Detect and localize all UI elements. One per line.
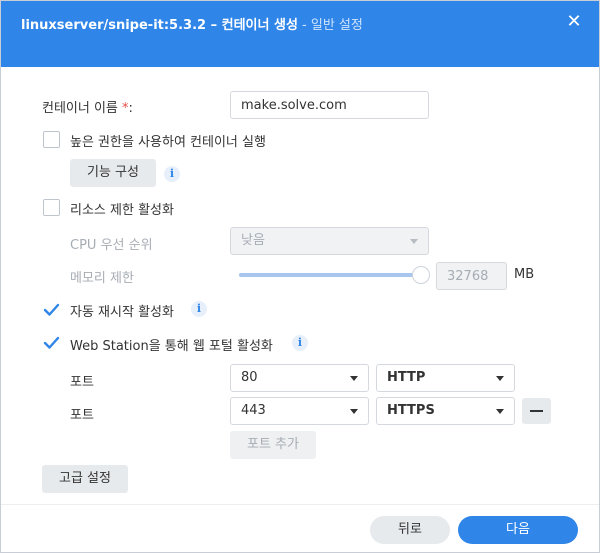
chevron-down-icon (496, 409, 504, 414)
next-button[interactable]: 다음 (458, 516, 578, 544)
protocol-select[interactable]: HTTP (376, 364, 515, 392)
dialog-title: linuxserver/snipe-it:5.3.2 – 컨테이너 생성 - 일… (21, 14, 363, 33)
chevron-down-icon (410, 239, 418, 244)
container-name-label: 컨테이너 이름 *: (42, 97, 133, 116)
remove-port-button[interactable] (522, 398, 551, 424)
memory-limit-label: 메모리 제한 (70, 271, 134, 286)
cpu-priority-value: 낮음 (241, 233, 265, 248)
port-select[interactable]: 443 (230, 397, 369, 425)
create-container-dialog: linuxserver/snipe-it:5.3.2 – 컨테이너 생성 - 일… (0, 0, 600, 553)
high-privilege-label: 높은 권한을 사용하여 컨테이너 실행 (70, 135, 266, 150)
memory-slider-fill (239, 273, 423, 277)
chevron-down-icon (496, 376, 504, 381)
chevron-down-icon (350, 376, 358, 381)
memory-slider-thumb[interactable] (412, 266, 430, 284)
advanced-settings-button[interactable]: 고급 설정 (42, 465, 128, 493)
chevron-down-icon (350, 409, 358, 414)
port-select[interactable]: 80 (230, 364, 369, 392)
web-station-checkbox[interactable] (43, 334, 60, 351)
auto-restart-label: 자동 재시작 활성화 (70, 305, 174, 320)
cpu-priority-label: CPU 우선 순위 (70, 238, 153, 253)
memory-unit: MB (514, 267, 535, 282)
dialog-title-sub: - 일반 설정 (297, 18, 363, 33)
container-name-label-text: 컨테이너 이름 (42, 101, 118, 116)
cpu-priority-select[interactable]: 낮음 (230, 227, 429, 255)
dialog-titlebar: linuxserver/snipe-it:5.3.2 – 컨테이너 생성 - 일… (1, 1, 599, 67)
back-button[interactable]: 뒤로 (370, 516, 450, 544)
memory-slider-track[interactable] (239, 273, 423, 277)
resource-limit-label: 리소스 제한 활성화 (70, 203, 174, 218)
auto-restart-info-icon[interactable]: i (191, 301, 207, 317)
protocol-select[interactable]: HTTPS (376, 397, 515, 425)
colon: : (128, 101, 133, 116)
memory-limit-input[interactable] (436, 262, 507, 290)
dialog-title-main: linuxserver/snipe-it:5.3.2 – 컨테이너 생성 (21, 18, 298, 33)
protocol-value: HTTPS (387, 403, 435, 418)
capabilities-info-icon[interactable]: i (164, 166, 180, 182)
web-station-label: Web Station을 통해 웹 포털 활성화 (70, 339, 273, 354)
port-value: 80 (241, 370, 258, 385)
close-icon[interactable]: ✕ (563, 11, 585, 33)
footer-divider (1, 504, 599, 505)
web-station-info-icon[interactable]: i (292, 335, 308, 351)
container-name-input[interactable] (230, 91, 429, 119)
capabilities-button[interactable]: 기능 구성 (70, 159, 156, 187)
high-privilege-checkbox[interactable] (43, 131, 60, 148)
port-value: 443 (241, 403, 266, 418)
resource-limit-checkbox[interactable] (43, 199, 60, 216)
auto-restart-checkbox[interactable] (43, 301, 60, 318)
port-label: 포트 (70, 408, 94, 423)
check-icon (43, 303, 60, 316)
add-port-button[interactable]: 포트 추가 (230, 431, 316, 459)
protocol-value: HTTP (387, 370, 426, 385)
check-icon (43, 336, 60, 349)
port-label: 포트 (70, 375, 94, 390)
